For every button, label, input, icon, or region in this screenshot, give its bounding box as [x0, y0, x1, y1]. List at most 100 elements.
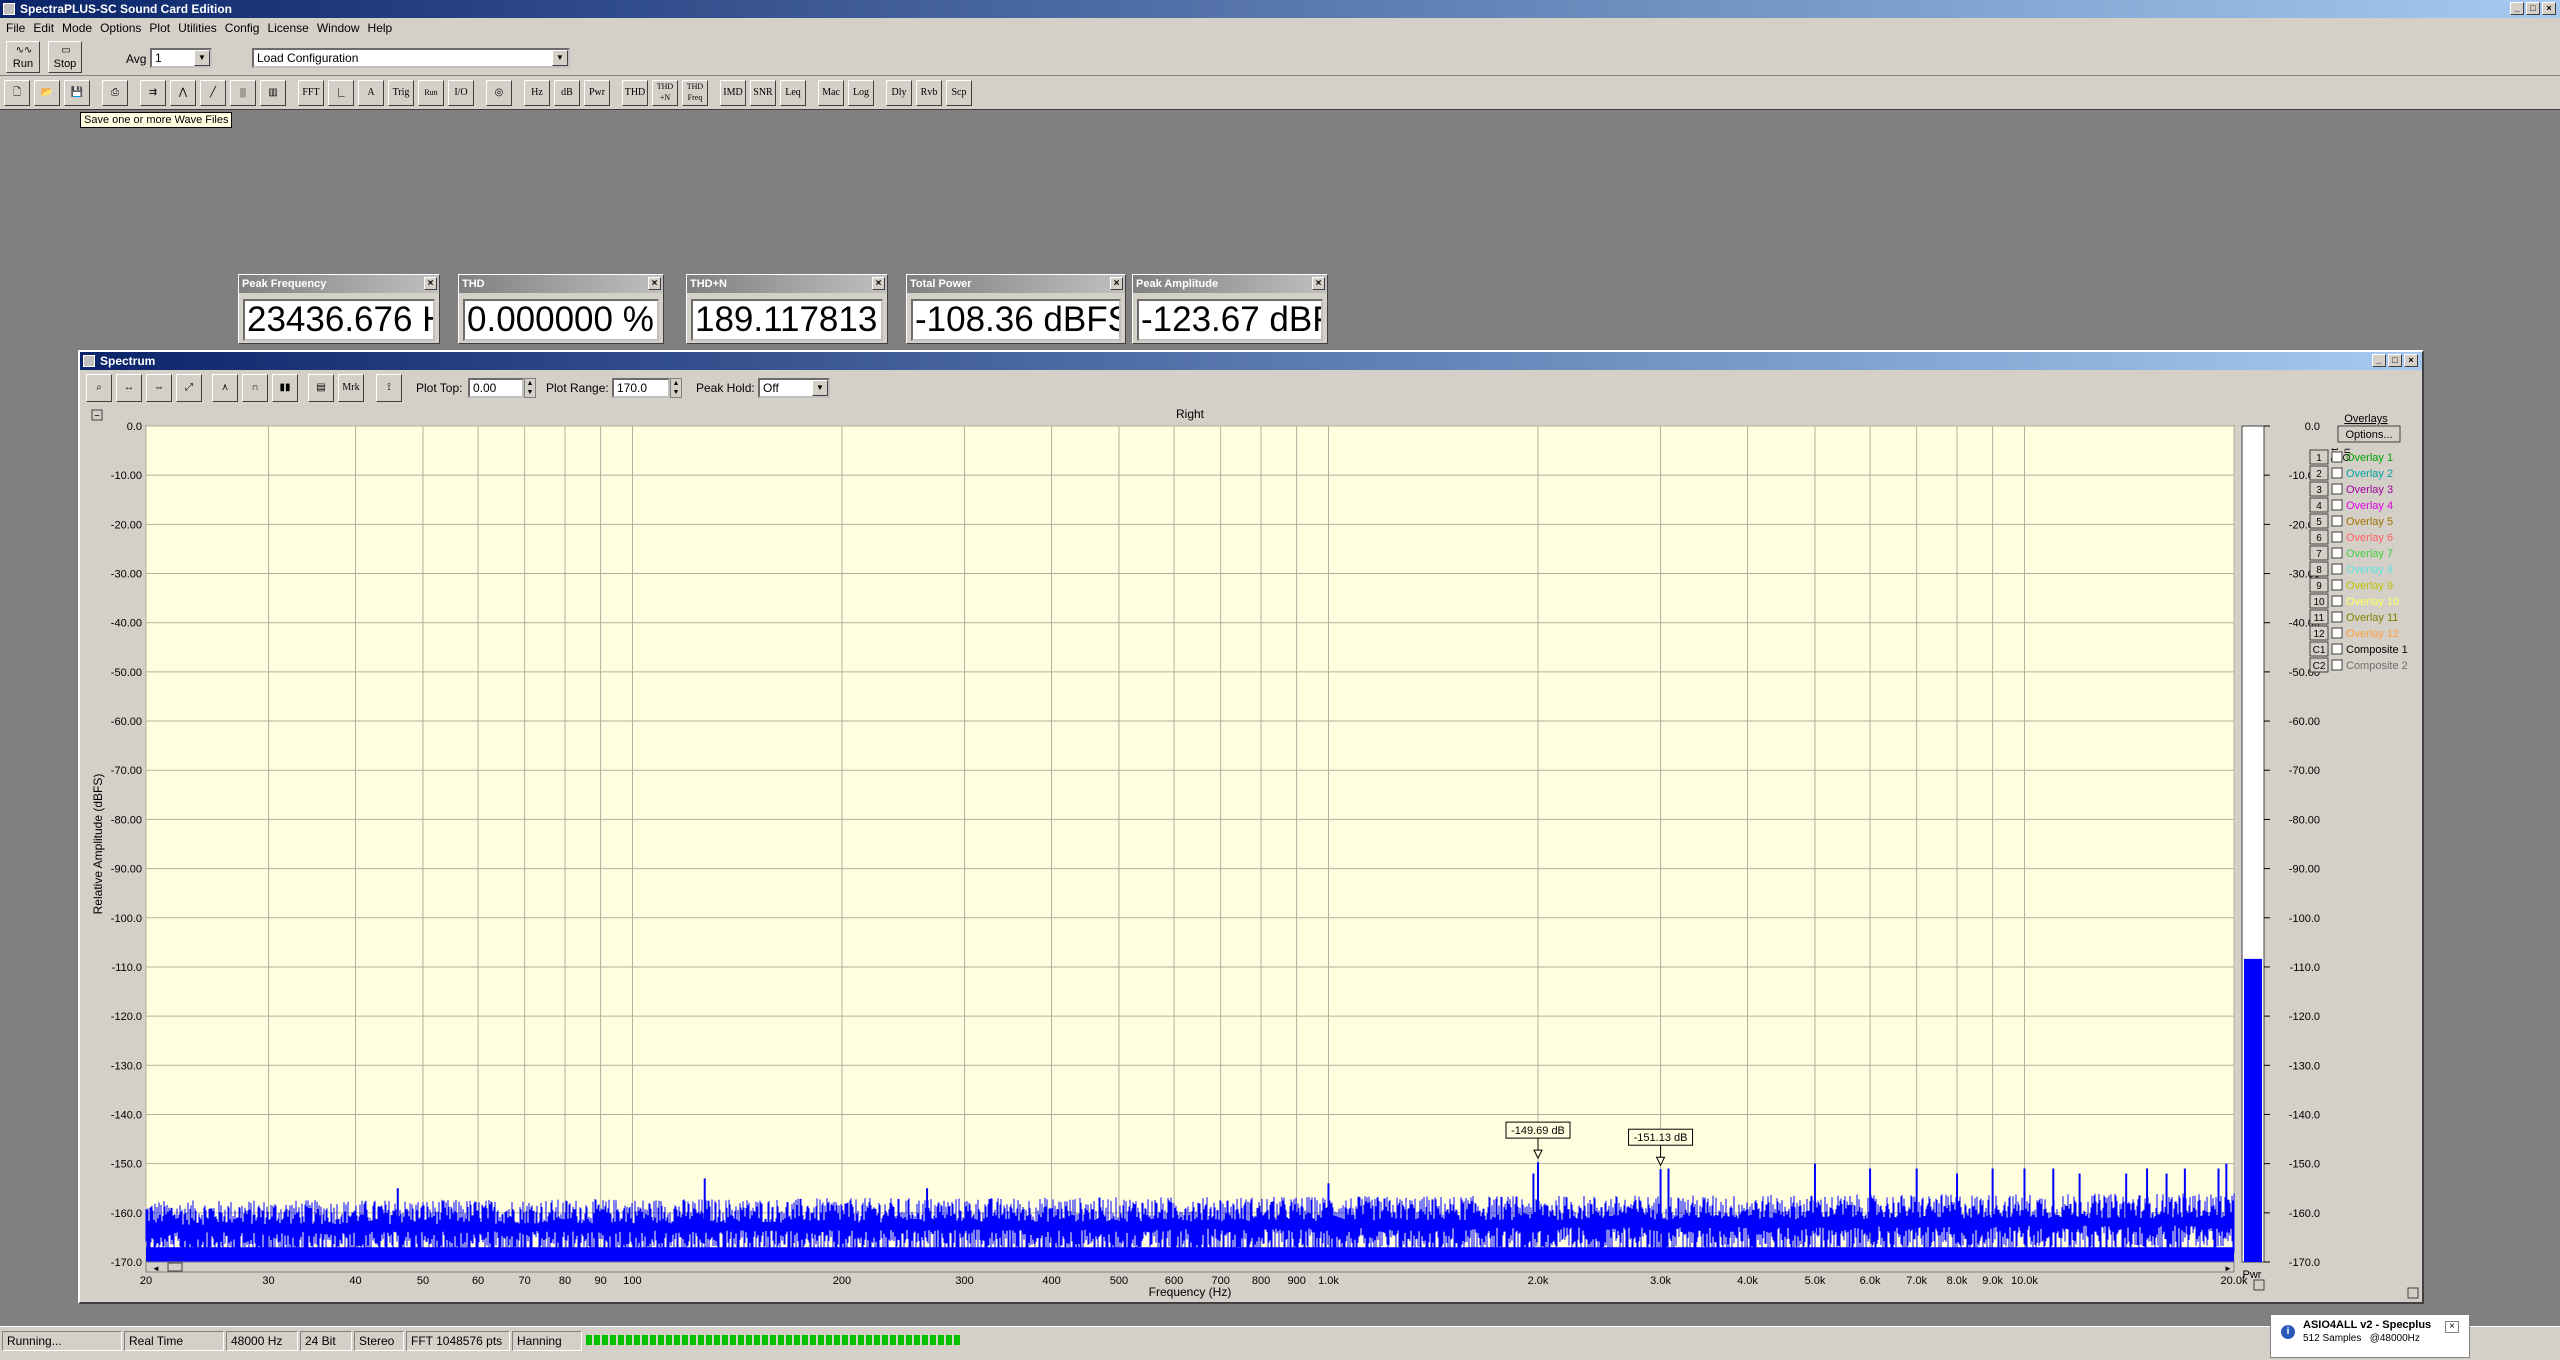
overlay-checkbox[interactable] [2331, 627, 2343, 639]
thd-button[interactable]: THD [622, 80, 648, 106]
progress-segment [1122, 1335, 1128, 1345]
progress-segment [810, 1335, 816, 1345]
bands-icon[interactable]: ||| [230, 80, 256, 106]
new-file-icon[interactable]: 🗋 [4, 80, 30, 106]
menu-edit[interactable]: Edit [31, 21, 60, 35]
close-button[interactable]: × [2542, 2, 2556, 15]
x-tick-label: 5.0k [1805, 1275, 1826, 1287]
overlay-checkbox[interactable] [2331, 467, 2343, 479]
stop-button[interactable]: ▭ Stop [48, 41, 82, 73]
progress-segment [834, 1335, 840, 1345]
scp-button[interactable]: Scp [946, 80, 972, 106]
thdn-readout[interactable]: THD+N × 189.117813 ' [686, 274, 888, 344]
leq-button[interactable]: Leq [780, 80, 806, 106]
menu-mode[interactable]: Mode [60, 21, 98, 35]
mac-button[interactable]: Mac [818, 80, 844, 106]
overlay-checkbox[interactable] [2331, 611, 2343, 623]
io-button[interactable]: I/O [448, 80, 474, 106]
run-ctrl-button[interactable]: Run Ctrl [418, 80, 444, 106]
snr-button[interactable]: SNR [750, 80, 776, 106]
overlay-checkbox[interactable] [2331, 563, 2343, 575]
hz-button[interactable]: Hz [524, 80, 550, 106]
chevron-down-icon[interactable]: ▼ [552, 50, 568, 66]
readout-value: 189.117813 ' [691, 299, 883, 341]
thd-readout[interactable]: THD × 0.000000 % [458, 274, 664, 344]
rvb-button[interactable]: Rvb [916, 80, 942, 106]
menu-utilities[interactable]: Utilities [176, 21, 223, 35]
menu-help[interactable]: Help [366, 21, 399, 35]
progress-segment [674, 1335, 680, 1345]
total-power-readout[interactable]: Total Power × -108.36 dBFS [906, 274, 1126, 344]
overlay-checkbox[interactable] [2331, 499, 2343, 511]
overlay-checkbox[interactable] [2331, 659, 2343, 671]
print-icon[interactable]: ⎙ [102, 80, 128, 106]
progress-segment [930, 1335, 936, 1345]
run-button[interactable]: ∿∿ Run [6, 41, 40, 73]
close-icon[interactable]: × [424, 277, 437, 290]
progress-segment [794, 1335, 800, 1345]
thd-freq-button[interactable]: THD Freq [682, 80, 708, 106]
forward-icon[interactable]: ⇉ [140, 80, 166, 106]
log-button[interactable]: Log [848, 80, 874, 106]
close-icon[interactable]: × [2445, 1321, 2459, 1333]
weighting-button[interactable]: A [358, 80, 384, 106]
minimize-button[interactable]: _ [2510, 2, 2524, 15]
overlay-checkbox[interactable] [2331, 595, 2343, 607]
x-tick-label: 400 [1042, 1275, 1060, 1287]
x-tick-label: 50 [417, 1275, 429, 1287]
db-button[interactable]: dB [554, 80, 580, 106]
overlay-panel: OverlaysOptions...SetOn1Overlay 12Overla… [2309, 413, 2408, 673]
scope-button[interactable]: |_ [328, 80, 354, 106]
chevron-down-icon[interactable]: ▼ [194, 50, 210, 66]
save-icon[interactable]: 💾 [64, 80, 90, 106]
imd-button[interactable]: IMD [720, 80, 746, 106]
menu-window[interactable]: Window [315, 21, 366, 35]
status-fft-size: FFT 1048576 pts [406, 1331, 510, 1351]
close-icon[interactable]: × [872, 277, 885, 290]
progress-segment [954, 1335, 960, 1345]
asio-notification[interactable]: i ASIO4ALL v2 - Specplus 512 Samples @48… [2270, 1314, 2470, 1358]
readout-value: -123.67 dBF [1137, 299, 1323, 341]
menu-config[interactable]: Config [223, 21, 266, 35]
readout-title: Peak Frequency [242, 278, 327, 290]
dly-button[interactable]: Dly [886, 80, 912, 106]
overlay-checkbox[interactable] [2331, 579, 2343, 591]
signal-icon[interactable]: ⋀ [170, 80, 196, 106]
peak-amplitude-readout[interactable]: Peak Amplitude × -123.67 dBF [1132, 274, 1328, 344]
progress-segment [858, 1335, 864, 1345]
x-tick-label: 40 [349, 1275, 361, 1287]
close-icon[interactable]: × [1110, 277, 1123, 290]
restore-button[interactable]: □ [2526, 2, 2540, 15]
plot-minimize-icon[interactable]: − [94, 411, 100, 422]
menu-license[interactable]: License [265, 21, 314, 35]
overlay-checkbox[interactable] [2331, 451, 2343, 463]
thdn-button[interactable]: THD +N [652, 80, 678, 106]
open-folder-icon[interactable]: 📂 [34, 80, 60, 106]
overlay-checkbox[interactable] [2331, 531, 2343, 543]
progress-segment [1066, 1335, 1072, 1345]
peak-frequency-readout[interactable]: Peak Frequency × 23436.676 H [238, 274, 440, 344]
overlay-checkbox[interactable] [2331, 483, 2343, 495]
fft-button[interactable]: FFT [298, 80, 324, 106]
overlay-checkbox[interactable] [2331, 547, 2343, 559]
overlay-checkbox[interactable] [2331, 515, 2343, 527]
close-icon[interactable]: × [1312, 277, 1325, 290]
y-tick-label: -30.00 [111, 569, 142, 581]
status-sample-rate: 48000 Hz [226, 1331, 298, 1351]
configuration-select[interactable]: Load Configuration ▼ [252, 48, 570, 68]
progress-segment [610, 1335, 616, 1345]
menu-file[interactable]: File [4, 21, 31, 35]
dial-icon[interactable]: ◎ [486, 80, 512, 106]
progress-segment [882, 1335, 888, 1345]
overlay-checkbox[interactable] [2331, 643, 2343, 655]
menu-plot[interactable]: Plot [147, 21, 176, 35]
trig-button[interactable]: Trig [388, 80, 414, 106]
slope-icon[interactable]: ╱ [200, 80, 226, 106]
close-icon[interactable]: × [648, 277, 661, 290]
pwr-button[interactable]: Pwr [584, 80, 610, 106]
menu-options[interactable]: Options [98, 21, 147, 35]
progress-segment [650, 1335, 656, 1345]
avg-select[interactable]: 1 ▼ [150, 48, 212, 68]
waterfall-icon[interactable]: ▥ [260, 80, 286, 106]
spectrum-plot[interactable]: -149.69 dB -151.13 dB 0.0 -10.00 -20.00 -30.… [80, 352, 2422, 1302]
